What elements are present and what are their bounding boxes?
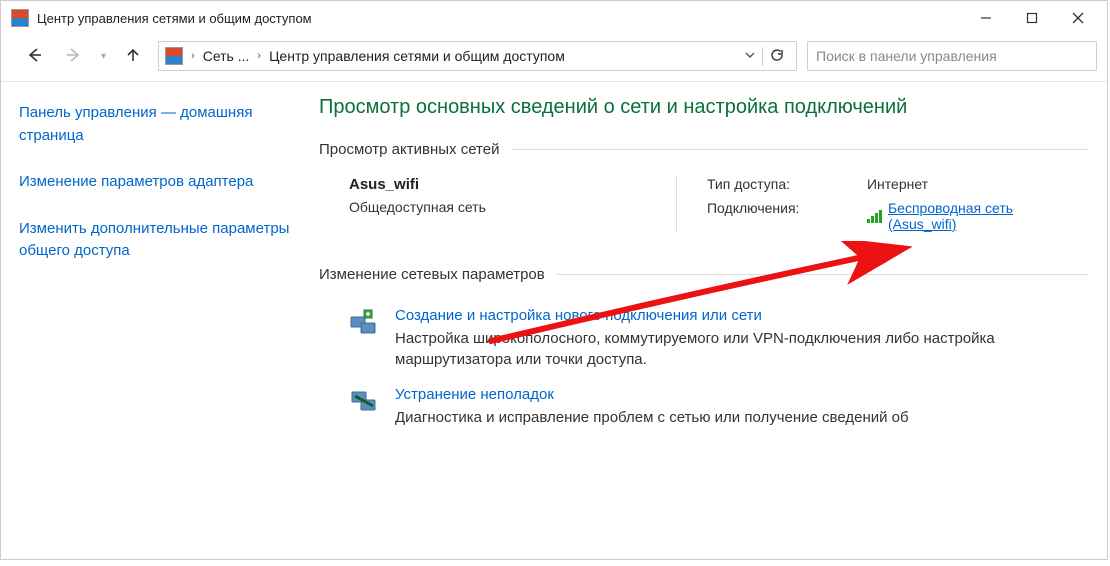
task-new-connection-desc: Настройка широкополосного, коммутируемог…	[395, 328, 1069, 370]
task-new-connection-title: Создание и настройка нового подключения …	[395, 307, 1069, 324]
address-breadcrumb[interactable]: › Сеть ... › Центр управления сетями и о…	[158, 41, 797, 71]
access-type-label: Тип доступа:	[707, 176, 867, 192]
new-connection-icon	[349, 307, 379, 337]
window-titlebar: Центр управления сетями и общим доступом	[1, 1, 1107, 35]
section-active-networks: Просмотр активных сетей	[319, 141, 1089, 158]
chevron-right-icon: ›	[255, 50, 263, 62]
task-new-connection[interactable]: Создание и настройка нового подключения …	[319, 301, 1089, 380]
up-button[interactable]	[118, 46, 148, 67]
search-input[interactable]: Поиск в панели управления	[807, 41, 1097, 71]
sidebar: Панель управления — домашняя страница Из…	[19, 96, 299, 438]
chevron-right-icon: ›	[189, 50, 197, 62]
troubleshoot-icon	[349, 386, 379, 416]
network-ssid: Asus_wifi	[349, 176, 636, 193]
sidebar-link-home[interactable]: Панель управления — домашняя страница	[19, 102, 299, 147]
section-change-settings: Изменение сетевых параметров	[319, 266, 1089, 283]
crumb-current[interactable]: Центр управления сетями и общим доступом	[269, 48, 565, 64]
app-icon	[11, 9, 29, 27]
page-heading: Просмотр основных сведений о сети и наст…	[319, 96, 1089, 119]
active-network-box: Asus_wifi Общедоступная сеть Тип доступа…	[319, 176, 1089, 248]
connection-link[interactable]: Беспроводная сеть (Asus_wifi)	[888, 200, 1069, 232]
network-type: Общедоступная сеть	[349, 199, 636, 215]
toolbar: ▾ › Сеть ... › Центр управления сетями и…	[1, 35, 1107, 82]
wifi-signal-icon	[867, 209, 882, 223]
crumb-network[interactable]: Сеть ...	[203, 48, 250, 64]
address-dropdown-icon[interactable]	[744, 48, 756, 64]
back-button[interactable]	[19, 46, 49, 67]
window-title: Центр управления сетями и общим доступом	[37, 11, 312, 26]
history-dropdown[interactable]: ▾	[99, 51, 108, 62]
minimize-button[interactable]	[963, 3, 1009, 33]
search-placeholder: Поиск в панели управления	[816, 48, 997, 64]
breadcrumb-icon	[165, 47, 183, 65]
task-troubleshoot-title: Устранение неполадок	[395, 386, 909, 403]
task-troubleshoot[interactable]: Устранение неполадок Диагностика и испра…	[319, 380, 1089, 438]
access-type-value: Интернет	[867, 176, 1069, 192]
sidebar-link-sharing[interactable]: Изменить дополнительные параметры общего…	[19, 218, 299, 263]
sidebar-link-adapter[interactable]: Изменение параметров адаптера	[19, 171, 299, 194]
maximize-button[interactable]	[1009, 3, 1055, 33]
main-panel: Просмотр основных сведений о сети и наст…	[319, 96, 1089, 438]
forward-button[interactable]	[59, 46, 89, 67]
refresh-button[interactable]	[762, 47, 790, 66]
close-button[interactable]	[1055, 3, 1101, 33]
task-troubleshoot-desc: Диагностика и исправление проблем с сеть…	[395, 407, 909, 428]
connections-label: Подключения:	[707, 200, 867, 216]
